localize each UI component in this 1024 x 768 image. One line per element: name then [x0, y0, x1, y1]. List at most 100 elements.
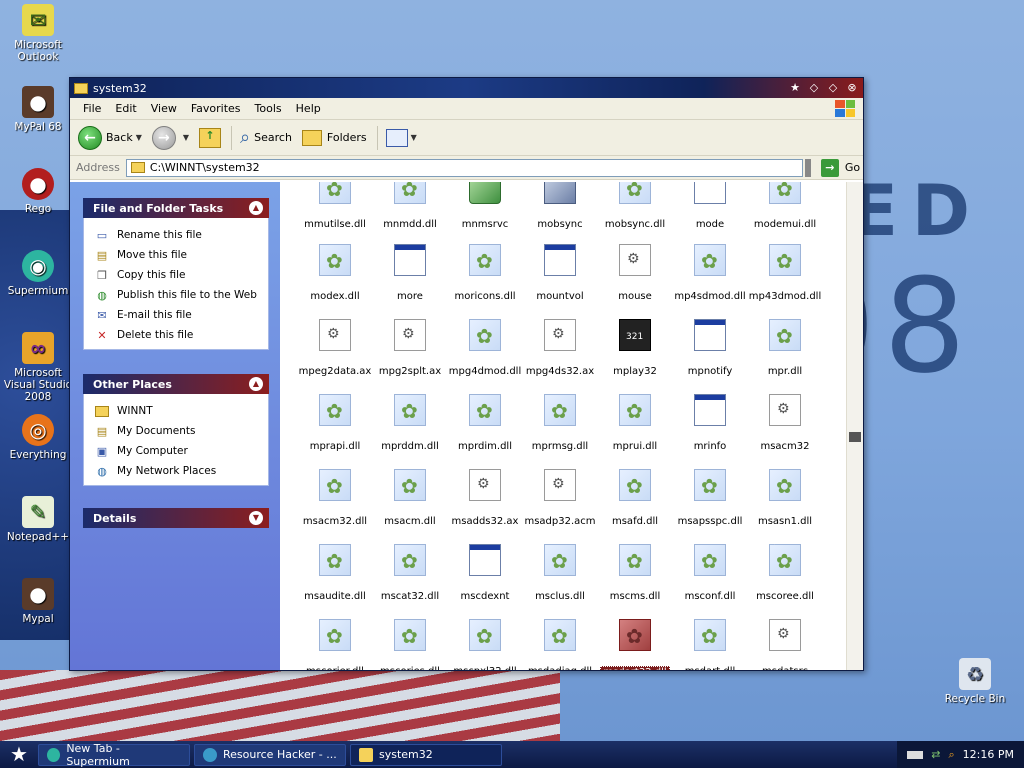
file-item[interactable]: mscpxl32.dll	[442, 619, 528, 670]
task-publish[interactable]: ◍ Publish this file to the Web	[94, 285, 268, 305]
file-item[interactable]: msdart32.dll	[592, 619, 678, 670]
file-item[interactable]: mscat32.dll	[367, 544, 453, 602]
file-item[interactable]: msafd.dll	[592, 469, 678, 527]
file-item[interactable]: mpnotify	[667, 319, 753, 377]
file-item[interactable]: mprmsg.dll	[517, 394, 603, 452]
file-item[interactable]: mountvol	[517, 244, 603, 302]
start-button[interactable]: ★	[0, 741, 38, 768]
file-item[interactable]: mpg4ds32.ax	[517, 319, 603, 377]
file-item[interactable]: mplay32	[592, 319, 678, 377]
desktop-icon-mypal[interactable]: ● Mypal	[2, 578, 74, 625]
task-delete[interactable]: ✕ Delete this file	[94, 325, 268, 345]
file-item[interactable]: mobsync	[517, 182, 603, 230]
task-move[interactable]: ▤ Move this file	[94, 245, 268, 265]
file-item[interactable]: mmutilse.dll	[292, 182, 378, 230]
chevron-down-icon[interactable]: ▼	[136, 133, 142, 142]
collapse-icon[interactable]: ▲	[249, 377, 263, 391]
file-item[interactable]: msdatsrc	[742, 619, 828, 670]
network-icon[interactable]: ⇄	[931, 748, 940, 762]
file-item[interactable]: mprapi.dll	[292, 394, 378, 452]
taskbar-item-resource-hacker[interactable]: Resource Hacker - ...	[194, 743, 346, 766]
file-item[interactable]: msadp32.acm	[517, 469, 603, 527]
file-item[interactable]: msacm32.dll	[292, 469, 378, 527]
file-item[interactable]: msadds32.ax	[442, 469, 528, 527]
other-places-header[interactable]: Other Places ▲	[83, 374, 269, 394]
file-item[interactable]: mprui.dll	[592, 394, 678, 452]
file-item[interactable]: msdadiag.dll	[517, 619, 603, 670]
desktop-icon-supermium[interactable]: ◉ Supermium	[2, 250, 74, 297]
menu-file[interactable]: File	[76, 102, 108, 115]
expand-icon[interactable]: ▼	[249, 511, 263, 525]
desktop-icon-everything[interactable]: ◎ Everything	[2, 414, 74, 461]
desktop-icon-visual-studio[interactable]: ∞ Microsoft Visual Studio 2008	[2, 332, 74, 403]
file-item[interactable]: mpr.dll	[742, 319, 828, 377]
views-button[interactable]: ▼	[385, 128, 417, 147]
menu-tools[interactable]: Tools	[248, 102, 289, 115]
clock[interactable]: 12:16 PM	[963, 748, 1014, 761]
go-arrow-icon[interactable]: →	[820, 158, 839, 177]
place-winnt[interactable]: WINNT	[94, 401, 268, 421]
scrollbar-thumb[interactable]	[849, 432, 861, 442]
file-item[interactable]: mode	[667, 182, 753, 230]
minimize-button[interactable]: ◇	[807, 81, 821, 95]
file-item[interactable]: mscdexnt	[442, 544, 528, 602]
taskbar-item-supermium[interactable]: New Tab - Supermium	[38, 742, 190, 768]
file-item[interactable]: msaudite.dll	[292, 544, 378, 602]
forward-button[interactable]: → ▼	[151, 125, 189, 150]
vertical-scrollbar[interactable]	[846, 182, 863, 670]
up-folder-button[interactable]: ↑	[199, 127, 222, 148]
file-item[interactable]: msclus.dll	[517, 544, 603, 602]
menu-edit[interactable]: Edit	[108, 102, 143, 115]
file-item[interactable]: mscms.dll	[592, 544, 678, 602]
file-item[interactable]: mscorier.dll	[292, 619, 378, 670]
file-item[interactable]: mprdim.dll	[442, 394, 528, 452]
file-item[interactable]: mouse	[592, 244, 678, 302]
file-item[interactable]: mp4sdmod.dll	[667, 244, 753, 302]
file-item[interactable]: msapsspc.dll	[667, 469, 753, 527]
desktop-icon-notepadpp[interactable]: ✎ Notepad++	[2, 496, 74, 543]
back-button[interactable]: ← Back ▼	[78, 125, 142, 150]
title-bar[interactable]: system32 ★ ◇ ◇ ⊗	[70, 78, 863, 98]
collapse-icon[interactable]: ▲	[249, 201, 263, 215]
desktop-icon-recycle-bin[interactable]: ♻ Recycle Bin	[939, 658, 1011, 705]
task-email[interactable]: ✉ E-mail this file	[94, 305, 268, 325]
close-button[interactable]: ⊗	[845, 81, 859, 95]
taskbar-item-system32[interactable]: system32	[350, 743, 502, 766]
maximize-button[interactable]: ◇	[826, 81, 840, 95]
menu-favorites[interactable]: Favorites	[184, 102, 248, 115]
search-icon[interactable]: ⌕	[949, 748, 955, 762]
place-network[interactable]: ◍ My Network Places	[94, 461, 268, 481]
desktop-icon-mypal68[interactable]: ● MyPal 68	[2, 86, 74, 133]
file-item[interactable]: msconf.dll	[667, 544, 753, 602]
keyboard-icon[interactable]	[907, 750, 924, 759]
desktop-icon-rego[interactable]: ● Rego	[2, 168, 74, 215]
go-button[interactable]: Go	[845, 161, 860, 174]
file-item[interactable]: mscories.dll	[367, 619, 453, 670]
details-header[interactable]: Details ▼	[83, 508, 269, 528]
file-item[interactable]: mrinfo	[667, 394, 753, 452]
menu-help[interactable]: Help	[289, 102, 328, 115]
file-item[interactable]: mnmdd.dll	[367, 182, 453, 230]
folders-button[interactable]: Folders	[301, 129, 367, 146]
file-item[interactable]: more	[367, 244, 453, 302]
file-item[interactable]: mnmsrvc	[442, 182, 528, 230]
chevron-down-icon[interactable]: ▼	[183, 133, 189, 142]
file-item[interactable]: modemui.dll	[742, 182, 828, 230]
desktop-icon-outlook[interactable]: ✉ Microsoft Outlook	[2, 4, 74, 63]
file-item[interactable]: modex.dll	[292, 244, 378, 302]
file-item[interactable]: msdart.dll	[667, 619, 753, 670]
file-item[interactable]: mpg4dmod.dll	[442, 319, 528, 377]
address-field[interactable]: C:\WINNT\system32	[125, 158, 803, 177]
file-item[interactable]: mscoree.dll	[742, 544, 828, 602]
file-item[interactable]: mp43dmod.dll	[742, 244, 828, 302]
file-item[interactable]: msasn1.dll	[742, 469, 828, 527]
file-item[interactable]: mobsync.dll	[592, 182, 678, 230]
file-item[interactable]: mprddm.dll	[367, 394, 453, 452]
file-item[interactable]: mpeg2data.ax	[292, 319, 378, 377]
file-tasks-header[interactable]: File and Folder Tasks ▲	[83, 198, 269, 218]
search-button[interactable]: ⌕ Search	[240, 127, 292, 148]
menu-view[interactable]: View	[144, 102, 184, 115]
task-rename[interactable]: ▭ Rename this file	[94, 225, 268, 245]
place-my-computer[interactable]: ▣ My Computer	[94, 441, 268, 461]
task-copy[interactable]: ❐ Copy this file	[94, 265, 268, 285]
